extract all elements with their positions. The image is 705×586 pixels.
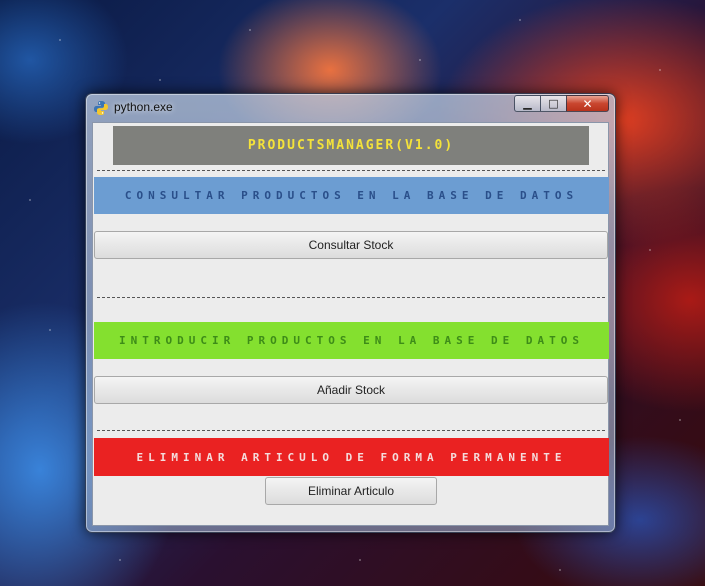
app-header-banner: ProductsManager(v1.0) — [113, 126, 589, 165]
close-button[interactable]: ✕ — [566, 95, 609, 112]
consultar-heading-band: Consultar productos en la base de datos — [94, 177, 609, 214]
desktop-background: python.exe ▁ □ ✕ ProductsManager(v1.0) C… — [0, 0, 705, 586]
introducir-heading-band: Introducir productos en la base de datos — [94, 322, 609, 359]
separator — [97, 297, 605, 298]
maximize-button[interactable]: □ — [540, 95, 566, 112]
eliminar-articulo-button[interactable]: Eliminar Articulo — [265, 477, 437, 505]
separator — [97, 430, 605, 431]
minimize-icon: ▁ — [523, 97, 532, 110]
title-bar[interactable]: python.exe ▁ □ ✕ — [86, 94, 615, 120]
python-icon — [94, 101, 108, 115]
minimize-button[interactable]: ▁ — [514, 95, 540, 112]
window-title: python.exe — [114, 100, 173, 114]
app-window: python.exe ▁ □ ✕ ProductsManager(v1.0) C… — [85, 93, 616, 533]
eliminar-heading: Eliminar articulo de forma permanente — [136, 450, 567, 464]
separator — [97, 170, 605, 171]
app-header-title: ProductsManager(v1.0) — [247, 138, 455, 153]
close-icon: ✕ — [582, 96, 593, 111]
consultar-heading: Consultar productos en la base de datos — [124, 189, 579, 202]
eliminar-heading-band: Eliminar articulo de forma permanente — [94, 438, 609, 476]
window-controls: ▁ □ ✕ — [514, 95, 609, 113]
consultar-stock-button[interactable]: Consultar Stock — [94, 231, 608, 259]
maximize-icon: □ — [548, 97, 559, 110]
client-area: ProductsManager(v1.0) Consultar producto… — [92, 122, 609, 526]
introducir-heading: Introducir productos en la base de datos — [119, 334, 584, 347]
anadir-stock-button[interactable]: Añadir Stock — [94, 376, 608, 404]
